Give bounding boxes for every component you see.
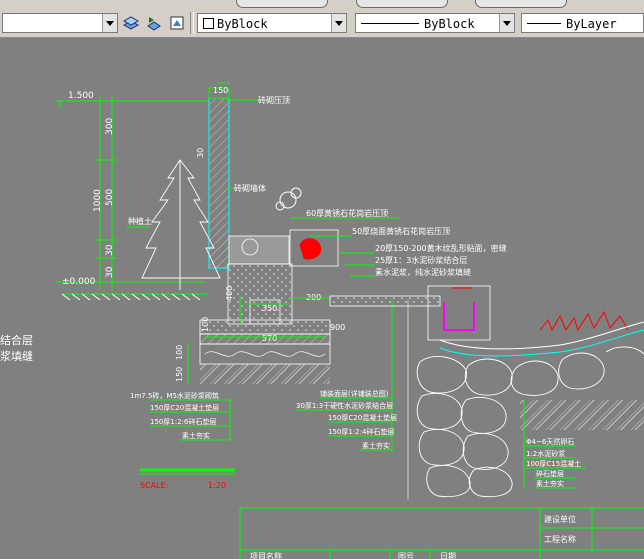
linetype-dropdown[interactable]: ByBlock xyxy=(355,13,515,33)
layer-mid-1: 铺装面层(详铺装总图) xyxy=(320,389,389,398)
menu-pill[interactable] xyxy=(236,0,328,8)
dim-100b: 100 xyxy=(201,317,210,332)
layer-right-5: 素土夯实 xyxy=(536,479,564,488)
layer-left-3: 150厚1:2:6碎石垫层 xyxy=(150,417,216,426)
left-edge-text-1: 结合层 xyxy=(0,333,33,347)
dim-900: 900 xyxy=(330,323,345,332)
menu-pill[interactable] xyxy=(475,0,567,8)
callout-4: 25厚1：3水泥砂浆结合层 xyxy=(375,255,467,265)
scale-value: 1:20 xyxy=(208,481,226,490)
title-c: 日期 xyxy=(440,552,456,559)
chevron-down-icon[interactable] xyxy=(331,14,346,32)
dim-elev-0: ±0.000 xyxy=(62,277,96,287)
lineweight-dropdown[interactable]: ByLayer xyxy=(521,13,644,33)
layer-left-1: 1m7.5砖，M5水泥砂浆砌筑 xyxy=(130,391,219,400)
label-planting: 种植土 xyxy=(128,216,152,226)
dim-100c: 100 xyxy=(175,345,184,360)
layer-states-icon[interactable] xyxy=(122,14,140,32)
layer-left-4: 素土夯实 xyxy=(182,431,210,440)
drawing-canvas[interactable]: 1.500 300 500 1000 30 30 ±0.000 150 30 4… xyxy=(0,38,644,559)
layer-mid-5: 素土夯实 xyxy=(362,441,390,450)
title-block-texts: 建设单位 工程名称 项目名称 图号 日期 xyxy=(250,514,576,559)
left-dimension-chain xyxy=(56,95,210,290)
dim-150b: 150 xyxy=(175,367,184,382)
dim-30b: 30 xyxy=(105,266,115,278)
chevron-down-icon[interactable] xyxy=(102,14,117,32)
tree-shrub xyxy=(141,159,221,290)
layer-right-4: 碎石垫层 xyxy=(536,469,564,478)
dim-1500: 1.500 xyxy=(68,91,94,101)
layer-mid-3: 150厚C20混凝土垫层 xyxy=(328,413,397,422)
lineweight-dropdown-value: ByLayer xyxy=(566,17,617,31)
callout-1: 60厚黄锈石花岗岩压顶 xyxy=(306,208,388,218)
layer-isolate-icon[interactable] xyxy=(168,14,186,32)
layer-dropdown[interactable] xyxy=(2,13,118,33)
scale-label: SCALE: xyxy=(140,481,168,490)
scale-bar: SCALE: 1:20 xyxy=(140,468,235,490)
ground-line xyxy=(61,293,208,301)
color-swatch xyxy=(203,18,214,29)
dim-30a: 30 xyxy=(105,244,115,256)
title-a: 项目名称 xyxy=(250,551,282,559)
callout-3: 20厚150-200黄木纹乱形贴面，密缝 xyxy=(375,243,507,253)
dim-570: 570 xyxy=(262,334,277,343)
color-dropdown-value: ByBlock xyxy=(217,17,268,31)
layer-previous-icon[interactable] xyxy=(145,14,163,32)
callout-5: 素水泥浆，纯水泥砂浆填缝 xyxy=(375,267,471,277)
callout-2: 50厚烧面黄锈石花岗岩压顶 xyxy=(352,226,450,236)
dim-500: 500 xyxy=(105,189,115,206)
dim-300: 300 xyxy=(105,118,115,135)
properties-toolbar: ByBlock ByBlock ByLayer xyxy=(0,9,644,38)
linetype-preview xyxy=(361,23,419,24)
layer-right-3: 100厚C15混凝土 xyxy=(526,459,581,468)
color-dropdown[interactable]: ByBlock xyxy=(197,13,347,33)
dim-350: 350 xyxy=(262,304,277,313)
left-edge-text-2: 浆填缝 xyxy=(0,349,33,363)
layer-mid-2: 30厚1:3干硬性水泥砂浆结合层 xyxy=(296,401,393,410)
title-b: 图号 xyxy=(398,552,414,559)
toolbar-separator xyxy=(190,12,194,34)
dim-400: 400 xyxy=(225,286,234,301)
dim-30-wall: 30 xyxy=(196,148,205,158)
layer-right-1: Φ4~6天然卵石 xyxy=(526,437,574,446)
lineweight-preview xyxy=(527,23,561,24)
layer-right-2: 1:2水泥砂浆 xyxy=(526,449,565,458)
left-leader-labels: 砖砌压顶 砖砌墙体 种植土 xyxy=(126,95,290,228)
title-project: 工程名称 xyxy=(544,534,576,544)
layer-left-2: 150厚C20混凝土垫层 xyxy=(150,403,219,412)
label-wall: 砖砌墙体 xyxy=(234,183,266,193)
layer-mid-4: 150厚1:2:4碎石垫层 xyxy=(328,427,394,436)
menu-pill[interactable] xyxy=(356,0,448,8)
linetype-dropdown-value: ByBlock xyxy=(424,17,475,31)
left-layer-notes: 1m7.5砖，M5水泥砂浆砌筑 150厚C20混凝土垫层 150厚1:2:6碎石… xyxy=(130,391,231,441)
right-callouts: 60厚黄锈石花岗岩压顶 50厚烧面黄锈石花岗岩压顶 20厚150-200黄木纹乱… xyxy=(290,208,507,277)
label-cap: 砖砌压顶 xyxy=(258,95,290,105)
dim-1000: 1000 xyxy=(93,189,103,212)
dim-150-top: 150 xyxy=(213,86,228,95)
chevron-down-icon[interactable] xyxy=(499,14,514,32)
title-owner: 建设单位 xyxy=(544,514,576,524)
left-edge-fragment: 结合层 浆填缝 xyxy=(0,333,33,363)
